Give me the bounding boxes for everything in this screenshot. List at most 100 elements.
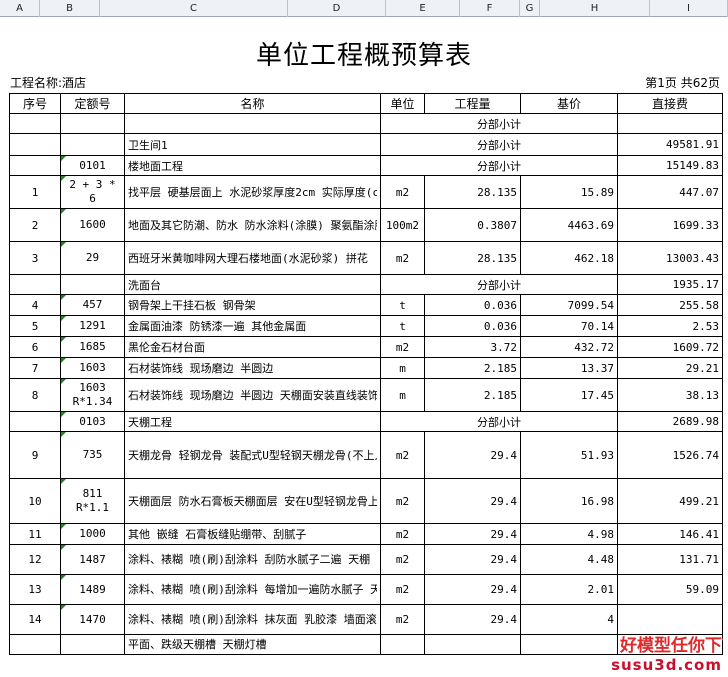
- header-cost[interactable]: 直接费: [617, 93, 723, 114]
- cell-price[interactable]: 4.48: [520, 544, 618, 575]
- cell-unit[interactable]: [380, 634, 425, 655]
- cell-unit[interactable]: m2: [380, 544, 425, 575]
- cell-no[interactable]: 12: [9, 544, 61, 575]
- cell-cost[interactable]: 1526.74: [617, 431, 723, 479]
- cell-price[interactable]: 4.98: [520, 523, 618, 545]
- cell-unit[interactable]: m2: [380, 523, 425, 545]
- cell-name[interactable]: 天棚面层 防水石膏板天棚面层 安在U型轻钢龙骨上 跌级天棚面层人工乘以系数1.1: [124, 478, 381, 524]
- cell-no[interactable]: 8: [9, 378, 61, 412]
- cell-code[interactable]: 1487: [60, 544, 125, 575]
- cell-unit[interactable]: m2: [380, 478, 425, 524]
- cell-qty[interactable]: 0.036: [424, 294, 521, 316]
- column-header-d[interactable]: D: [288, 0, 386, 17]
- cell-price[interactable]: 7099.54: [520, 294, 618, 316]
- cell-no[interactable]: [9, 274, 61, 295]
- cell-qty[interactable]: 28.135: [424, 175, 521, 209]
- cell-no[interactable]: 4: [9, 294, 61, 316]
- cell-no[interactable]: 3: [9, 241, 61, 275]
- header-no[interactable]: 序号: [9, 93, 61, 114]
- cell-cost[interactable]: 131.71: [617, 544, 723, 575]
- cell-name[interactable]: 找平层 硬基层面上 水泥砂浆厚度2cm 实际厚度(cm):5: [124, 175, 381, 209]
- cell-no[interactable]: 1: [9, 175, 61, 209]
- cell-price[interactable]: 15.89: [520, 175, 618, 209]
- cell-cost[interactable]: [617, 604, 723, 635]
- cell-price[interactable]: 2.01: [520, 574, 618, 605]
- cell-cost[interactable]: 59.09: [617, 574, 723, 605]
- cell-name[interactable]: 平面、跌级天棚槽 天棚灯槽: [124, 634, 381, 655]
- cell-qty[interactable]: 29.4: [424, 604, 521, 635]
- cell-name[interactable]: 地面及其它防潮、防水 防水涂料(涂膜) 聚氨酯涂膜防水涂膜 2mm厚 立面: [124, 208, 381, 242]
- cell-no[interactable]: 6: [9, 336, 61, 358]
- cell-code[interactable]: 457: [60, 294, 125, 316]
- cell-unit[interactable]: 100m2: [380, 208, 425, 242]
- cell-code[interactable]: [60, 634, 125, 655]
- cell-cost[interactable]: 1609.72: [617, 336, 723, 358]
- cell-cost[interactable]: 2689.98: [617, 411, 723, 432]
- cell-cost[interactable]: 1699.33: [617, 208, 723, 242]
- cell-price[interactable]: 4463.69: [520, 208, 618, 242]
- cell-qty[interactable]: 29.4: [424, 478, 521, 524]
- cell-price[interactable]: 462.18: [520, 241, 618, 275]
- column-header-e[interactable]: E: [386, 0, 460, 17]
- cell-name[interactable]: 涂料、裱糊 喷(刷)刮涂料 每增加一遍防水腻子 天棚: [124, 574, 381, 605]
- cell-cost[interactable]: 15149.83: [617, 155, 723, 176]
- cell-qty[interactable]: 29.4: [424, 544, 521, 575]
- cell-price[interactable]: 17.45: [520, 378, 618, 412]
- column-header-g[interactable]: G: [520, 0, 540, 17]
- cell-code[interactable]: 811 R*1.1: [60, 478, 125, 524]
- cell-cost[interactable]: 255.58: [617, 294, 723, 316]
- header-qty[interactable]: 工程量: [424, 93, 521, 114]
- cell-price[interactable]: 432.72: [520, 336, 618, 358]
- cell-code[interactable]: 735: [60, 431, 125, 479]
- cell-cost[interactable]: 13003.43: [617, 241, 723, 275]
- cell-qty[interactable]: 29.4: [424, 574, 521, 605]
- cell-price[interactable]: 70.14: [520, 315, 618, 337]
- cell-qty[interactable]: 0.036: [424, 315, 521, 337]
- cell-cost[interactable]: 49581.91: [617, 133, 723, 156]
- cell-name[interactable]: 涂料、裱糊 喷(刷)刮涂料 刮防水腻子二遍 天棚: [124, 544, 381, 575]
- cell-code[interactable]: 1685: [60, 336, 125, 358]
- cell-cost[interactable]: 38.13: [617, 378, 723, 412]
- cell-price[interactable]: 4: [520, 604, 618, 635]
- cell-code[interactable]: 1291: [60, 315, 125, 337]
- cell-unit[interactable]: m: [380, 357, 425, 379]
- cell-no[interactable]: 13: [9, 574, 61, 605]
- cell-cost[interactable]: 29.21: [617, 357, 723, 379]
- cell-unit[interactable]: m2: [380, 431, 425, 479]
- cell-code[interactable]: [60, 274, 125, 295]
- cell-price[interactable]: 16.98: [520, 478, 618, 524]
- header-price[interactable]: 基价: [520, 93, 618, 114]
- cell-qty[interactable]: 0.3807: [424, 208, 521, 242]
- cell-qty[interactable]: 29.4: [424, 523, 521, 545]
- cell-code[interactable]: 2 + 3 * 6: [60, 175, 125, 209]
- cell-name[interactable]: 楼地面工程: [124, 155, 381, 176]
- cell-name[interactable]: [124, 113, 381, 134]
- cell-code[interactable]: 0101: [60, 155, 125, 176]
- cell-price[interactable]: 51.93: [520, 431, 618, 479]
- cell-name[interactable]: 其他 嵌缝 石膏板缝贴绷带、刮腻子: [124, 523, 381, 545]
- cell-unit[interactable]: t: [380, 315, 425, 337]
- cell-no[interactable]: 7: [9, 357, 61, 379]
- cell-qty[interactable]: [424, 634, 521, 655]
- cell-price[interactable]: 13.37: [520, 357, 618, 379]
- cell-subtotal-label[interactable]: 分部小计: [380, 113, 618, 134]
- cell-qty[interactable]: 2.185: [424, 357, 521, 379]
- cell-name[interactable]: 涂料、裱糊 喷(刷)刮涂料 抹灰面 乳胶漆 墙面滚花: [124, 604, 381, 635]
- cell-subtotal-label[interactable]: 分部小计: [380, 411, 618, 432]
- cell-cost[interactable]: 499.21: [617, 478, 723, 524]
- cell-qty[interactable]: 3.72: [424, 336, 521, 358]
- cell-cost[interactable]: 2.53: [617, 315, 723, 337]
- cell-code[interactable]: [60, 113, 125, 134]
- cell-cost[interactable]: 146.41: [617, 523, 723, 545]
- cell-code[interactable]: [60, 133, 125, 156]
- cell-code[interactable]: 1470: [60, 604, 125, 635]
- cell-unit[interactable]: m2: [380, 336, 425, 358]
- cell-subtotal-label[interactable]: 分部小计: [380, 274, 618, 295]
- header-name[interactable]: 名称: [124, 93, 381, 114]
- cell-subtotal-label[interactable]: 分部小计: [380, 155, 618, 176]
- cell-name[interactable]: 钢骨架上干挂石板 钢骨架: [124, 294, 381, 316]
- cell-unit[interactable]: m2: [380, 175, 425, 209]
- cell-no[interactable]: [9, 634, 61, 655]
- header-unit[interactable]: 单位: [380, 93, 425, 114]
- column-header-f[interactable]: F: [460, 0, 520, 17]
